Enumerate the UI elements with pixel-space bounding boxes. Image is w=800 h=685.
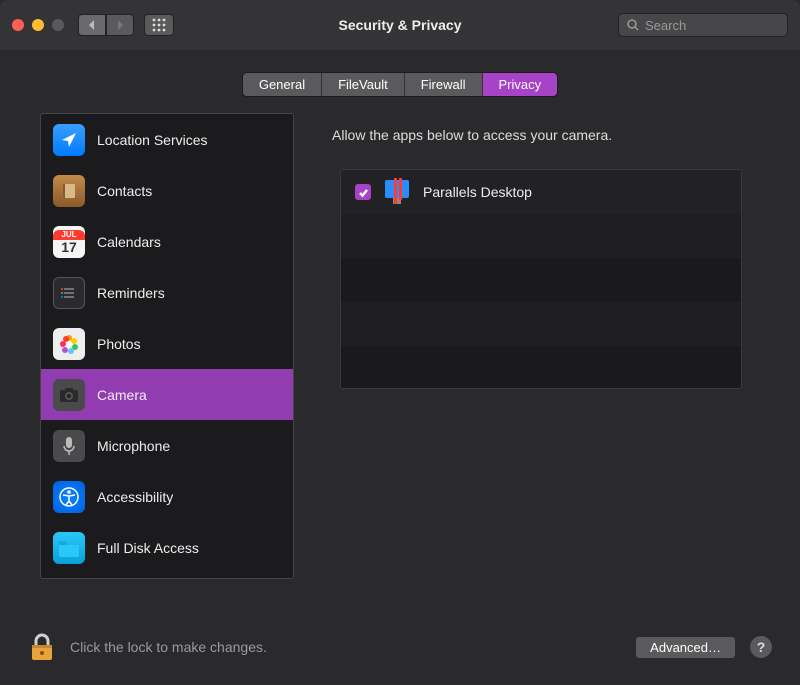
- sidebar-item-location-services[interactable]: Location Services: [41, 114, 293, 165]
- sidebar-item-full-disk-access[interactable]: Full Disk Access: [41, 522, 293, 573]
- sidebar-item-label: Microphone: [97, 438, 170, 454]
- search-field[interactable]: Search: [618, 13, 788, 37]
- sidebar-item-label: Accessibility: [97, 489, 173, 505]
- sidebar-item-label: Reminders: [97, 285, 165, 301]
- tab-general[interactable]: General: [243, 73, 322, 96]
- advanced-button[interactable]: Advanced…: [635, 636, 736, 659]
- back-button[interactable]: [78, 14, 106, 36]
- sidebar-item-label: Contacts: [97, 183, 152, 199]
- tab-firewall[interactable]: Firewall: [405, 73, 483, 96]
- zoom-window-button[interactable]: [52, 19, 64, 31]
- help-button[interactable]: ?: [750, 636, 772, 658]
- lock-message: Click the lock to make changes.: [70, 639, 267, 655]
- sidebar-item-accessibility[interactable]: Accessibility: [41, 471, 293, 522]
- lock-icon[interactable]: [28, 632, 56, 662]
- tab-privacy[interactable]: Privacy: [483, 73, 558, 96]
- sidebar-item-label: Photos: [97, 336, 141, 352]
- camera-icon: [53, 379, 85, 411]
- app-row[interactable]: Parallels Desktop: [341, 170, 741, 214]
- app-row-empty: [341, 302, 741, 346]
- tab-bar: General FileVault Firewall Privacy: [0, 72, 800, 97]
- app-name-label: Parallels Desktop: [423, 184, 532, 200]
- content-pane: Allow the apps below to access your came…: [314, 113, 760, 579]
- sidebar-item-label: Location Services: [97, 132, 208, 148]
- photos-icon: [53, 328, 85, 360]
- location-icon: [53, 124, 85, 156]
- app-row-empty: [341, 346, 741, 390]
- app-list: Parallels Desktop: [340, 169, 742, 389]
- microphone-icon: [53, 430, 85, 462]
- reminders-icon: [53, 277, 85, 309]
- folder-icon: [53, 532, 85, 564]
- forward-button[interactable]: [106, 14, 134, 36]
- sidebar-item-microphone[interactable]: Microphone: [41, 420, 293, 471]
- sidebar-item-camera[interactable]: Camera: [41, 369, 293, 420]
- sidebar-item-label: Camera: [97, 387, 147, 403]
- minimize-window-button[interactable]: [32, 19, 44, 31]
- sidebar-item-contacts[interactable]: Contacts: [41, 165, 293, 216]
- calendar-icon: JUL 17: [53, 226, 85, 258]
- sidebar-item-calendars[interactable]: JUL 17 Calendars: [41, 216, 293, 267]
- content-heading: Allow the apps below to access your came…: [314, 113, 760, 153]
- window-controls: [12, 19, 64, 31]
- contacts-icon: [53, 175, 85, 207]
- nav-buttons: [78, 14, 134, 36]
- privacy-sidebar: Location Services Contacts JUL 17 Calend…: [40, 113, 294, 579]
- close-window-button[interactable]: [12, 19, 24, 31]
- show-all-button[interactable]: [144, 14, 174, 36]
- footer: Click the lock to make changes. Advanced…: [0, 615, 800, 685]
- sidebar-item-reminders[interactable]: Reminders: [41, 267, 293, 318]
- search-placeholder: Search: [645, 18, 686, 33]
- app-row-empty: [341, 214, 741, 258]
- sidebar-item-label: Calendars: [97, 234, 161, 250]
- tab-filevault[interactable]: FileVault: [322, 73, 405, 96]
- titlebar: Security & Privacy Search: [0, 0, 800, 50]
- parallels-desktop-icon: [383, 178, 411, 206]
- app-checkbox[interactable]: [355, 184, 371, 200]
- sidebar-item-label: Full Disk Access: [97, 540, 199, 556]
- sidebar-item-photos[interactable]: Photos: [41, 318, 293, 369]
- app-row-empty: [341, 258, 741, 302]
- accessibility-icon: [53, 481, 85, 513]
